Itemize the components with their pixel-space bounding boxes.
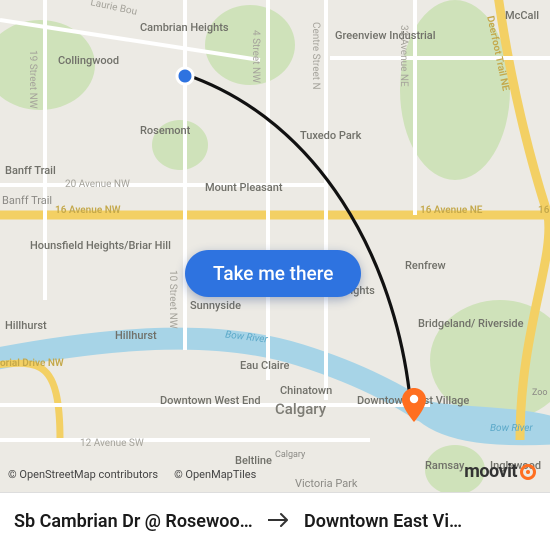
label-sunnyside: Sunnyside bbox=[190, 300, 241, 313]
label-tuxedo: Tuxedo Park bbox=[300, 130, 361, 143]
label-hillhurst2: Hillhurst bbox=[115, 330, 157, 343]
river-label-2: Bow River bbox=[490, 423, 533, 434]
label-ramsay: Ramsay bbox=[425, 460, 464, 473]
arrow-right-icon bbox=[268, 512, 290, 532]
road-16avene: 16 Avenue NE bbox=[420, 205, 482, 216]
label-calgary-small: Calgary bbox=[275, 450, 305, 460]
label-hillhurst: Hillhurst bbox=[5, 320, 47, 333]
label-hounsfield: Hounsfield Heights/Briar Hill bbox=[30, 240, 171, 253]
road-19st: 19 Street NW bbox=[27, 50, 38, 109]
road-16: 16 bbox=[538, 205, 549, 216]
label-rosemont: Rosemont bbox=[140, 125, 190, 138]
label-mccall: McCall bbox=[505, 10, 539, 23]
road-centre: Centre Street N bbox=[310, 22, 321, 90]
route-bar[interactable]: Sb Cambrian Dr @ Rosewood … Downtown Eas… bbox=[0, 492, 550, 550]
label-cambrian-heights: Cambrian Heights bbox=[140, 22, 229, 35]
moovit-logo-icon bbox=[520, 464, 536, 480]
road-32ave: 32 Avenue NE bbox=[398, 25, 409, 87]
omt-attribution-link[interactable]: © OpenMapTiles bbox=[174, 468, 256, 481]
road-10st: 10 Street NW bbox=[167, 270, 178, 329]
route-from-label: Sb Cambrian Dr @ Rosewood … bbox=[14, 511, 254, 532]
osm-attribution-link[interactable]: © OpenStreetMap contributors bbox=[8, 468, 158, 481]
label-beltline: Beltline bbox=[235, 455, 272, 468]
road-16avenw: 16 Avenue NW bbox=[55, 205, 121, 216]
end-marker bbox=[402, 388, 426, 426]
road-20ave: 20 Avenue NW bbox=[65, 179, 130, 190]
road-12ave: 12 Avenue SW bbox=[80, 438, 144, 449]
label-bridgeland: Bridgeland/ Riverside bbox=[418, 318, 524, 331]
label-mount-pleasant: Mount Pleasant bbox=[205, 182, 283, 195]
label-banff-trail2: Banff Trail bbox=[2, 195, 52, 208]
route-to-label: Downtown East Vi… bbox=[304, 511, 462, 532]
road-4st: 4 Street NW bbox=[250, 30, 261, 83]
label-renfrew: Renfrew bbox=[405, 260, 446, 273]
moovit-logo: moovit bbox=[464, 461, 536, 482]
take-me-there-label: Take me there bbox=[213, 262, 333, 285]
label-zoo: Zoo bbox=[532, 388, 548, 398]
label-collingwood: Collingwood bbox=[58, 55, 119, 68]
label-eau-claire: Eau Claire bbox=[240, 360, 289, 373]
label-chinatown: Chinatown bbox=[280, 385, 332, 398]
label-city-calgary: Calgary bbox=[275, 400, 326, 418]
label-greenview: Greenview Industrial bbox=[335, 30, 436, 43]
take-me-there-button[interactable]: Take me there bbox=[185, 250, 361, 297]
label-banff-trail: Banff Trail bbox=[5, 165, 56, 178]
start-marker bbox=[175, 66, 195, 90]
road-memorial: orial Drive NW bbox=[0, 358, 64, 369]
label-victoria-park: Victoria Park bbox=[295, 478, 357, 491]
label-downtown-west: Downtown West End bbox=[160, 395, 261, 408]
map-attribution: © OpenStreetMap contributors © OpenMapTi… bbox=[8, 468, 256, 481]
